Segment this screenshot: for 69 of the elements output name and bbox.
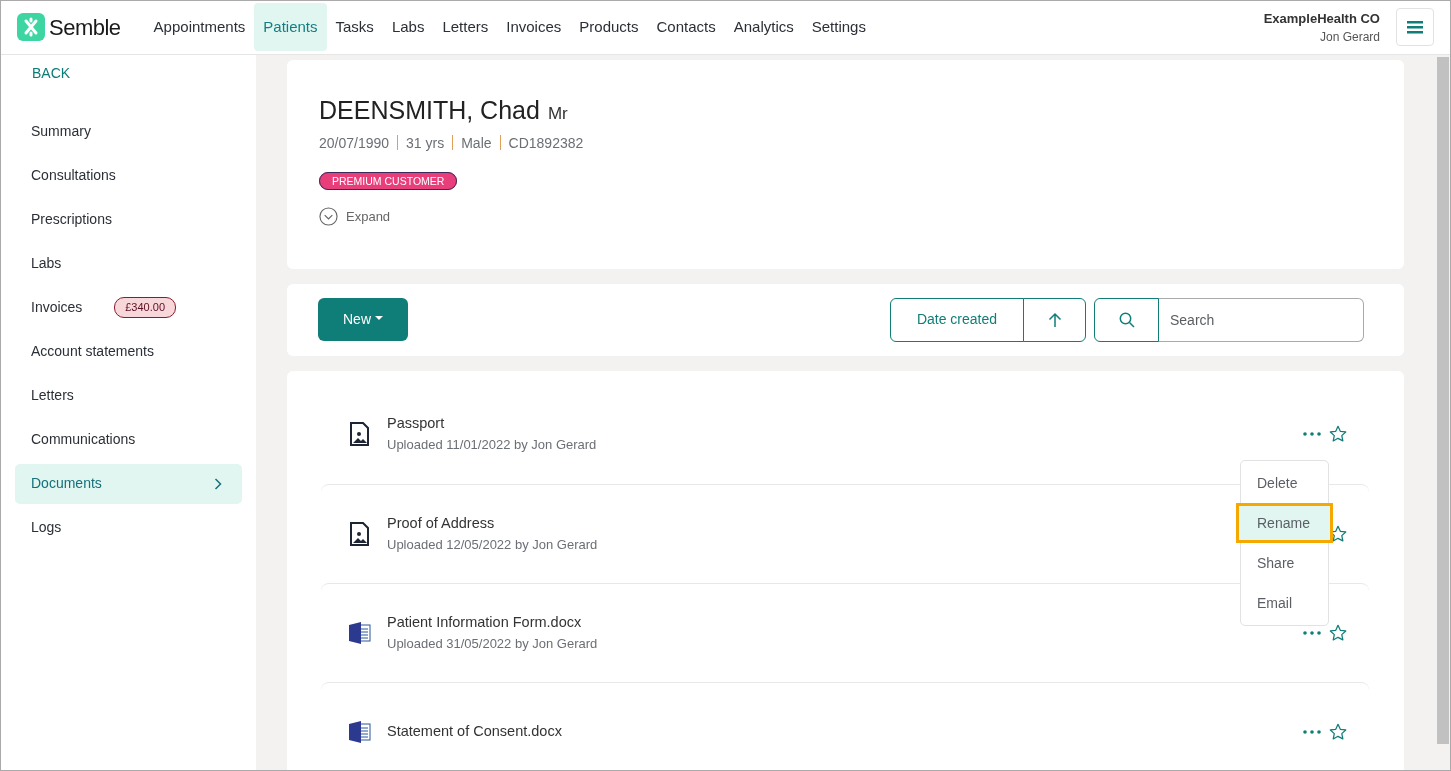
menu-icon (1407, 20, 1423, 35)
sidebar-item[interactable]: Summary (15, 111, 242, 152)
sidebar-item[interactable]: Prescriptions (15, 199, 242, 240)
user-name: Jon Gerard (1318, 29, 1380, 46)
search-field[interactable]: Search (1158, 297, 1364, 342)
menu-item[interactable]: Email (1241, 582, 1328, 623)
nav-tab[interactable]: Tasks (326, 3, 383, 52)
sidebar-label: Documents (31, 474, 102, 493)
patient-detail: 31 yrs (406, 135, 445, 151)
sidebar-item[interactable]: Logs (15, 507, 242, 548)
search-button[interactable] (1094, 297, 1159, 342)
star-icon[interactable] (1329, 722, 1347, 741)
nav-tab[interactable]: Invoices (497, 3, 571, 52)
star-icon[interactable] (1329, 425, 1347, 443)
chevron-right-icon (214, 477, 222, 490)
nav-tab[interactable]: Products (570, 3, 648, 52)
image-file-icon (349, 521, 371, 546)
menu-button[interactable] (1396, 8, 1434, 47)
amount-badge: £340.00 (114, 297, 176, 318)
sidebar-item[interactable]: Invoices £340.00 (15, 287, 242, 328)
upload-info: Uploaded 11/01/2022 by Jon Gerard (387, 436, 597, 455)
menu-item[interactable]: Delete (1241, 462, 1328, 503)
document-name[interactable]: Proof of Address (387, 512, 598, 535)
nav-tab[interactable]: Labs (382, 3, 434, 52)
star-icon[interactable] (1329, 623, 1347, 642)
sort-direction-button[interactable] (1023, 297, 1086, 342)
sort-button[interactable]: Date created (890, 297, 1024, 342)
more-options-icon[interactable] (1303, 729, 1321, 734)
document-name[interactable]: Patient Information Form.docx (387, 611, 598, 634)
image-file-icon (349, 422, 371, 446)
document-name[interactable]: Passport (387, 413, 597, 436)
upload-info: Uploaded 31/05/2022 by Jon Gerard (387, 634, 598, 653)
nav-tab[interactable]: Letters (433, 3, 498, 52)
sidebar-item[interactable]: Letters (15, 375, 242, 416)
patient-name: DEENSMITH, Chad (319, 94, 540, 126)
patient-title: Mr (547, 102, 568, 125)
search-icon (1118, 311, 1135, 328)
sidebar-item[interactable]: Labs (15, 243, 242, 284)
brand-name: Semble (49, 13, 121, 42)
sidebar-item[interactable]: Communications (15, 419, 242, 460)
scrollbar-thumb[interactable] (1437, 56, 1449, 744)
organisation-name: ExampleHealth CO (1263, 9, 1380, 28)
sidebar-item[interactable]: Documents (15, 463, 242, 504)
nav-tab[interactable]: Patients (254, 3, 327, 52)
patient-detail: Male (461, 135, 492, 151)
menu-item[interactable]: Share (1241, 542, 1328, 583)
customer-tag: PREMIUM CUSTOMER (319, 172, 458, 190)
sidebar-label: Invoices (31, 298, 83, 317)
new-button[interactable]: New (318, 298, 408, 341)
sidebar-item[interactable]: Account statements (15, 331, 242, 372)
sidebar-item[interactable]: Consultations (15, 155, 242, 196)
expand-link[interactable]: Expand (346, 207, 391, 227)
logo-icon (17, 13, 45, 42)
more-options-icon[interactable] (1303, 630, 1321, 635)
patient-detail: CD1892382 (508, 135, 584, 151)
nav-tab[interactable]: Appointments (144, 3, 255, 52)
document-name[interactable]: Statement of Consent.docx (387, 720, 562, 743)
menu-item[interactable]: Rename (1236, 502, 1333, 543)
patient-detail: 20/07/1990 (319, 135, 390, 151)
nav-tab[interactable]: Contacts (647, 3, 725, 52)
expand-icon[interactable] (319, 207, 338, 227)
word-file-icon (349, 719, 371, 744)
more-options-icon[interactable] (1303, 432, 1321, 436)
nav-tab[interactable]: Analytics (724, 3, 803, 52)
nav-tab[interactable]: Settings (802, 3, 875, 52)
upload-info: Uploaded 12/05/2022 by Jon Gerard (387, 535, 598, 554)
arrow-up-icon (1047, 311, 1062, 328)
back-link[interactable]: BACK (15, 62, 242, 84)
word-file-icon (349, 620, 371, 645)
